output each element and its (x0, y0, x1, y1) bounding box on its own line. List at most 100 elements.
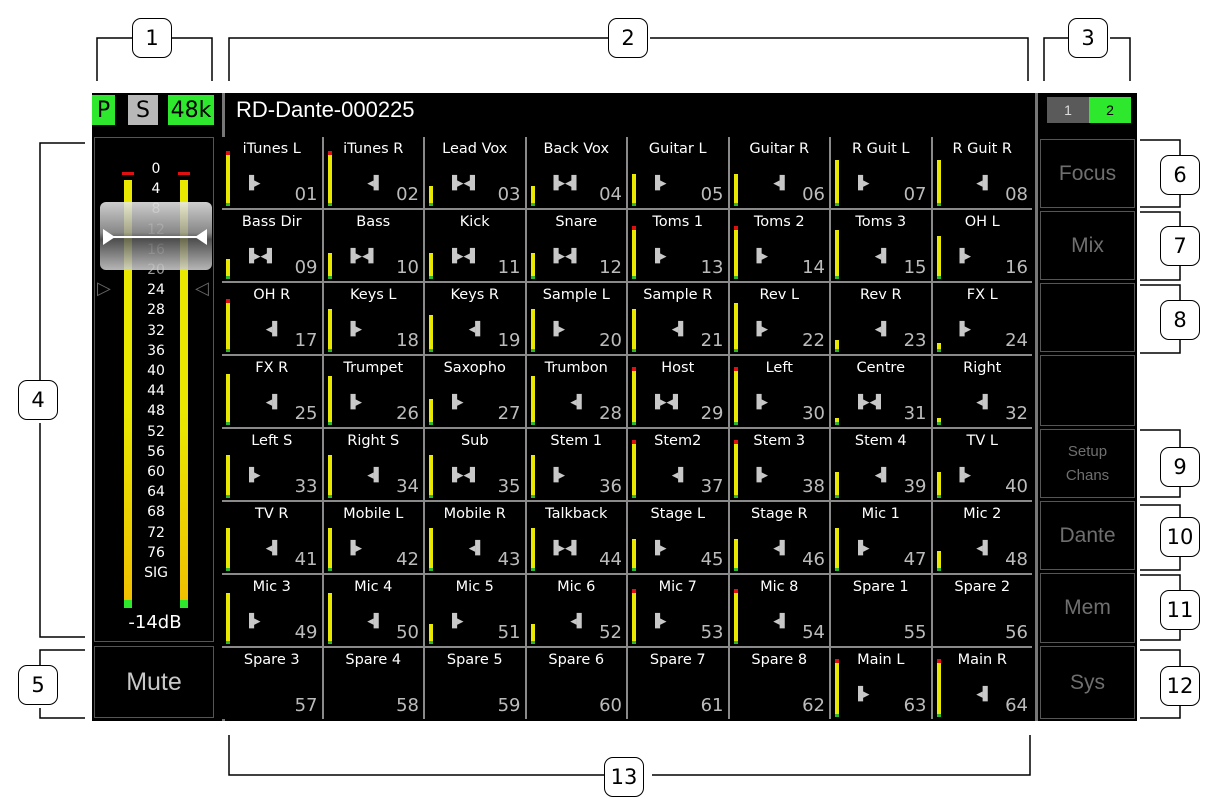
channel-cell[interactable]: Spare 2 56 (932, 575, 1032, 646)
channel-label: Left (765, 360, 793, 376)
channel-cell[interactable]: Centre 31 ▐▸◂▌ (831, 356, 931, 427)
channel-cell[interactable]: Mic 4 50 ◂▌ (323, 575, 423, 646)
sys-button[interactable]: Sys (1040, 646, 1135, 719)
channel-cell[interactable]: FX L 24 ▐▸ (932, 283, 1032, 354)
channel-cell[interactable]: Spare 5 59 (425, 648, 525, 719)
channel-cell[interactable]: OH R 17 ◂▌ (222, 283, 322, 354)
channel-cell[interactable]: Back Vox 04 ▐▸◂▌ (526, 137, 626, 208)
blank-button-1[interactable] (1040, 283, 1135, 352)
mute-button[interactable]: Mute (94, 646, 214, 718)
channel-cell[interactable]: Host 29 ▐▸◂▌ (628, 356, 728, 427)
channel-cell[interactable]: Trumpet 26 ▐▸ (323, 356, 423, 427)
channel-cell[interactable]: Guitar R 06 ◂▌ (729, 137, 829, 208)
channel-cell[interactable]: Main L 63 ▐▸ (831, 648, 931, 719)
channel-signal-indicator (327, 641, 332, 644)
channel-cell[interactable]: Spare 3 57 (222, 648, 322, 719)
channel-cell[interactable]: Snare 12 ▐▸◂▌ (526, 210, 626, 281)
channel-signal-indicator (835, 422, 839, 425)
channel-cell[interactable]: Main R 64 ◂▌ (932, 648, 1032, 719)
channel-cell[interactable]: Stem 1 36 ▐▸ (526, 429, 626, 500)
channel-cell[interactable]: Sample L 20 ▐▸ (526, 283, 626, 354)
channel-cell[interactable]: Rev L 22 ▐▸ (729, 283, 829, 354)
channel-cell[interactable]: Spare 4 58 (323, 648, 423, 719)
channel-cell[interactable]: Right 32 ◂▌ (932, 356, 1032, 427)
channel-cell[interactable]: R Guit R 08 ◂▌ (932, 137, 1032, 208)
channel-cell[interactable]: Right S 34 ◂▌ (323, 429, 423, 500)
channel-cell[interactable]: Trumbon 28 ◂▌ (526, 356, 626, 427)
channel-signal-indicator (835, 568, 839, 571)
channel-label: Snare (555, 214, 598, 230)
channel-level-meter (530, 309, 535, 349)
channel-cell[interactable]: OH L 16 ▐▸ (932, 210, 1032, 281)
channel-cell[interactable]: Stem2 37 ◂▌ (628, 429, 728, 500)
channel-cell[interactable]: R Guit L 07 ▐▸ (831, 137, 931, 208)
channel-cell[interactable]: Spare 1 55 (831, 575, 931, 646)
bank-tab-2[interactable]: 2 (1089, 97, 1131, 123)
channel-cell[interactable]: Spare 6 60 (526, 648, 626, 719)
channel-cell[interactable]: Spare 7 61 (628, 648, 728, 719)
channel-number: 22 (802, 330, 825, 351)
channel-cell[interactable]: Mic 7 53 ▐▸ (628, 575, 728, 646)
channel-signal-indicator (530, 641, 535, 644)
channel-cell[interactable]: Mic 3 49 ▐▸ (222, 575, 322, 646)
channel-number: 36 (599, 476, 622, 497)
channel-cell[interactable]: Sample R 21 ◂▌ (628, 283, 728, 354)
channel-number: 59 (497, 695, 521, 716)
meter-scale-label: 64 (147, 484, 165, 501)
channel-cell[interactable]: Toms 2 14 ▐▸ (729, 210, 829, 281)
channel-cell[interactable]: Toms 3 15 ◂▌ (831, 210, 931, 281)
focus-button[interactable]: Focus (1040, 139, 1135, 208)
channel-label: iTunes L (242, 141, 301, 157)
channel-cell[interactable]: Mobile L 42 ▐▸ (323, 502, 423, 573)
channel-cell[interactable]: Bass 10 ▐▸◂▌ (323, 210, 423, 281)
channel-cell[interactable]: FX R 25 ◂▌ (222, 356, 322, 427)
channel-cell[interactable]: Mic 8 54 ◂▌ (729, 575, 829, 646)
channel-cell[interactable]: TV L 40 ▐▸ (932, 429, 1032, 500)
channel-cell[interactable]: Spare 8 62 (729, 648, 829, 719)
channel-cell[interactable]: Guitar L 05 ▐▸ (628, 137, 728, 208)
channel-cell[interactable]: Saxopho 27 ▐▸ (425, 356, 525, 427)
channel-cell[interactable]: Keys L 18 ▐▸ (323, 283, 423, 354)
meter-scale-label: 28 (147, 302, 165, 319)
channel-cell[interactable]: Stage L 45 ▐▸ (628, 502, 728, 573)
mem-button[interactable]: Mem (1040, 573, 1135, 643)
channel-cell[interactable]: Kick 11 ▐▸◂▌ (425, 210, 525, 281)
channel-cell[interactable]: Talkback 44 ▐▸◂▌ (526, 502, 626, 573)
channel-cell[interactable]: Mic 2 48 ◂▌ (932, 502, 1032, 573)
channel-cell[interactable]: Sub 35 ▐▸◂▌ (425, 429, 525, 500)
channel-cell[interactable]: Left S 33 ▐▸ (222, 429, 322, 500)
channel-number: 20 (599, 330, 622, 351)
blank-button-2[interactable] (1040, 355, 1135, 426)
channel-cell[interactable]: iTunes R 02 ◂▌ (323, 137, 423, 208)
channel-level-meter (530, 528, 535, 568)
channel-cell[interactable]: Rev R 23 ◂▌ (831, 283, 931, 354)
channel-cell[interactable]: iTunes L 01 ▐▸ (222, 137, 322, 208)
channel-cell[interactable]: TV R 41 ◂▌ (222, 502, 322, 573)
channel-number: 32 (1005, 403, 1028, 424)
channel-cell[interactable]: Toms 1 13 ▐▸ (628, 210, 728, 281)
dante-button[interactable]: Dante (1040, 501, 1135, 570)
channel-cell[interactable]: Lead Vox 03 ▐▸◂▌ (425, 137, 525, 208)
channel-cell[interactable]: Mic 5 51 ▐▸ (425, 575, 525, 646)
channel-cell[interactable]: Keys R 19 ◂▌ (425, 283, 525, 354)
speaker-right-icon: ◂▌ (671, 467, 689, 483)
channel-signal-indicator (530, 349, 535, 352)
channel-cell[interactable]: Left 30 ▐▸ (729, 356, 829, 427)
bank-tab-1[interactable]: 1 (1047, 97, 1089, 123)
channel-cell[interactable]: Mic 6 52 ◂▌ (526, 575, 626, 646)
channel-cell[interactable]: Stem 4 39 ◂▌ (831, 429, 931, 500)
channel-label: Sample L (542, 287, 610, 303)
meter-scale-label: 0 (151, 161, 161, 177)
channel-number: 49 (294, 622, 318, 643)
channel-cell[interactable]: Mobile R 43 ◂▌ (425, 502, 525, 573)
channel-level-meter (429, 399, 433, 422)
channel-number: 53 (700, 622, 724, 643)
channel-cell[interactable]: Stem 3 38 ▐▸ (729, 429, 829, 500)
channel-cell[interactable]: Bass Dir 09 ▐▸◂▌ (222, 210, 322, 281)
channel-label: Guitar R (749, 141, 810, 157)
setup-chans-button[interactable]: Setup Chans (1040, 429, 1135, 498)
mix-button[interactable]: Mix (1040, 211, 1135, 280)
channel-signal-indicator (936, 203, 941, 206)
channel-cell[interactable]: Mic 1 47 ▐▸ (831, 502, 931, 573)
channel-cell[interactable]: Stage R 46 ◂▌ (729, 502, 829, 573)
